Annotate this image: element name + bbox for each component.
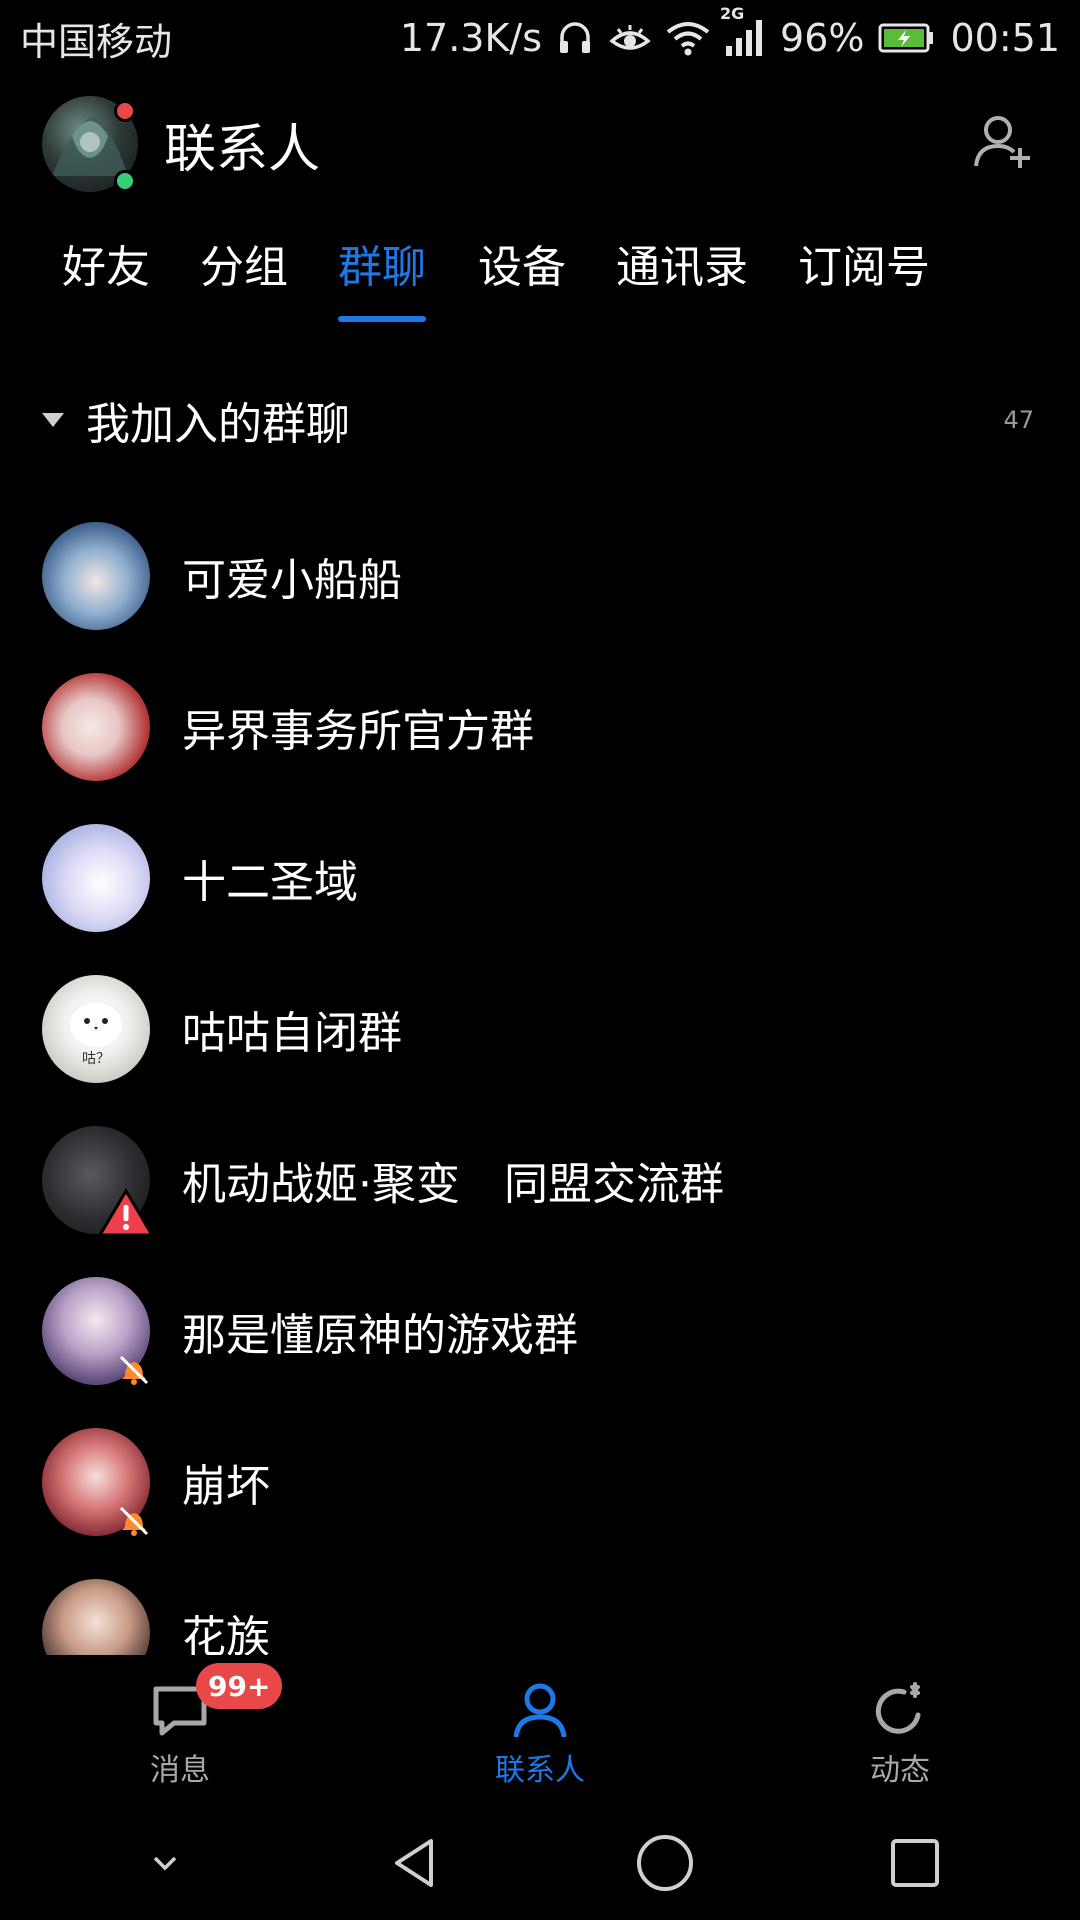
tab-subscriptions[interactable]: 订阅号	[798, 240, 930, 296]
person-icon	[508, 1679, 572, 1743]
avatar-image	[42, 823, 150, 932]
group-avatar	[42, 672, 150, 781]
battery-percent: 96%	[780, 16, 865, 60]
list-item[interactable]: 机动战姬·聚变 同盟交流群	[0, 1104, 1080, 1255]
headphones-icon	[556, 19, 594, 57]
group-avatar	[42, 1276, 152, 1387]
tab-group-chats[interactable]: 群聊	[338, 240, 426, 322]
list-item[interactable]: 花族	[0, 1557, 1080, 1655]
group-avatar	[42, 823, 150, 932]
muted-bell-icon	[116, 1502, 152, 1538]
group-avatar	[42, 1578, 150, 1655]
list-item[interactable]: 咕？ 咕咕自闭群	[0, 953, 1080, 1104]
collapse-caret-icon	[42, 413, 64, 427]
group-name: 咕咕自闭群	[182, 1007, 402, 1059]
tab-address-book[interactable]: 通讯录	[616, 240, 748, 296]
group-name: 机动战姬·聚变 同盟交流群	[182, 1158, 724, 1210]
warning-icon	[97, 1187, 155, 1238]
carrier-label: 中国移动	[20, 19, 173, 64]
tab-groups[interactable]: 分组	[200, 240, 288, 296]
section-title: 我加入的群聊	[86, 399, 350, 450]
online-status-dot	[114, 170, 136, 192]
group-count: 47	[1003, 406, 1034, 434]
avatar-image	[42, 672, 150, 781]
battery-charging-icon	[878, 22, 936, 54]
app-header: 联系人	[0, 76, 1080, 212]
group-name: 可爱小船船	[182, 554, 402, 606]
wifi-icon	[666, 20, 710, 56]
signal-icon: 2G	[720, 4, 766, 58]
group-name: 崩坏	[182, 1460, 270, 1512]
group-name: 花族	[182, 1611, 270, 1656]
tab-devices[interactable]: 设备	[478, 240, 566, 296]
eye-icon	[608, 19, 652, 57]
contacts-screen: 中国移动 17.3K/s 2G 96% 00:51 联系人 好友 分组 群聊 设…	[0, 0, 1080, 1920]
nav-label: 消息	[150, 1753, 210, 1788]
bottom-nav: 消息 99+ 联系人 动态	[0, 1655, 1080, 1805]
notification-dot	[114, 100, 136, 122]
system-nav-bar	[0, 1805, 1080, 1920]
contact-tabs: 好友 分组 群聊 设备 通讯录 订阅号	[0, 240, 1080, 330]
add-contact-icon[interactable]	[972, 110, 1036, 174]
group-avatar: 咕？	[42, 974, 150, 1083]
muted-bell-icon	[116, 1351, 152, 1387]
group-list: 可爱小船船 异界事务所官方群 十二圣域 咕？ 咕咕自闭群 机动战姬·聚变 同盟交…	[0, 500, 1080, 1655]
back-triangle-icon[interactable]	[375, 1823, 455, 1903]
recents-square-icon[interactable]	[875, 1823, 955, 1903]
list-item[interactable]: 那是懂原神的游戏群	[0, 1255, 1080, 1406]
group-avatar	[42, 1427, 152, 1538]
avatar-image: 咕？	[42, 974, 150, 1083]
avatar-image	[42, 1578, 150, 1655]
nav-label: 联系人	[495, 1753, 585, 1788]
nav-contacts[interactable]: 联系人	[360, 1655, 720, 1789]
hide-nav-chevron-icon[interactable]	[125, 1823, 205, 1903]
nav-label: 动态	[870, 1753, 930, 1788]
nav-messages[interactable]: 消息 99+	[0, 1655, 360, 1789]
status-icons: 17.3K/s 2G 96% 00:51	[399, 4, 1060, 60]
avatar-image	[42, 521, 150, 630]
home-circle-icon[interactable]	[625, 1823, 705, 1903]
network-speed: 17.3K/s	[399, 16, 543, 60]
unread-badge: 99+	[196, 1663, 283, 1709]
list-item[interactable]: 可爱小船船	[0, 500, 1080, 651]
clock: 00:51	[950, 16, 1060, 60]
network-type-label: 2G	[720, 4, 745, 23]
group-name: 那是懂原神的游戏群	[182, 1309, 578, 1361]
avatar-caption: 咕？	[82, 1051, 110, 1067]
group-avatar	[42, 521, 150, 630]
status-bar: 中国移动 17.3K/s 2G 96% 00:51	[0, 0, 1080, 76]
nav-feed[interactable]: 动态	[720, 1655, 1080, 1789]
list-item[interactable]: 异界事务所官方群	[0, 651, 1080, 802]
page-title: 联系人	[164, 119, 321, 180]
group-name: 十二圣域	[182, 856, 358, 908]
my-avatar[interactable]	[42, 96, 138, 192]
tab-friends[interactable]: 好友	[62, 240, 150, 296]
list-item[interactable]: 崩坏	[0, 1406, 1080, 1557]
refresh-star-icon	[868, 1679, 932, 1743]
group-name: 异界事务所官方群	[182, 705, 534, 757]
list-item[interactable]: 十二圣域	[0, 802, 1080, 953]
group-avatar	[42, 1125, 155, 1236]
joined-groups-header[interactable]: 我加入的群聊 47	[0, 380, 1080, 460]
